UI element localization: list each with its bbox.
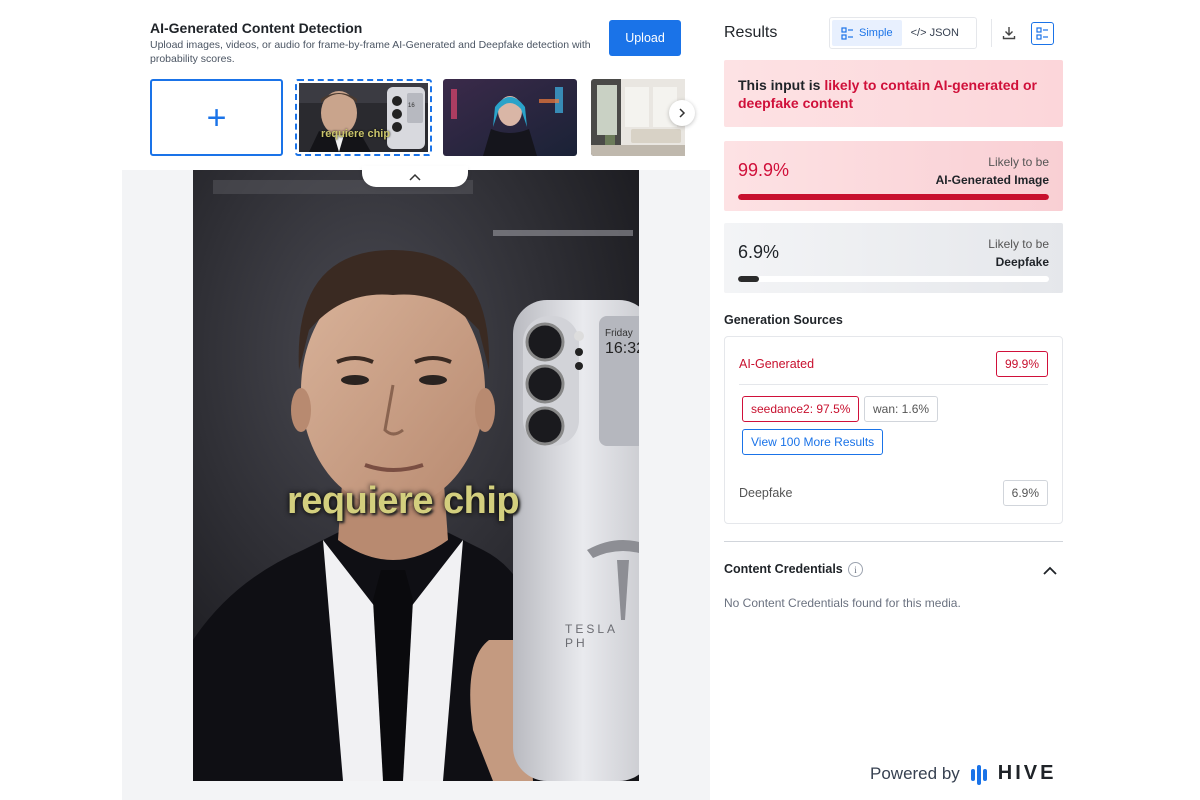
df-label-top: Likely to be bbox=[988, 237, 1049, 251]
media-preview: Friday 16:32 TESLA PH requiere chip bbox=[193, 170, 639, 781]
svg-text:16: 16 bbox=[408, 103, 415, 109]
ai-score-value: 99.9% bbox=[738, 160, 790, 180]
upload-header: AI-Generated Content Detection Upload im… bbox=[122, 0, 710, 170]
generation-sources-card: AI-Generated 99.9% seedance2: 97.5% wan:… bbox=[724, 336, 1063, 524]
panel-subtitle: Upload images, videos, or audio for fram… bbox=[150, 39, 591, 65]
chevron-up-icon bbox=[409, 173, 421, 181]
df-label-bottom: Deepfake bbox=[995, 255, 1049, 269]
hive-logo-icon bbox=[970, 764, 987, 785]
collapse-thumbnails-button[interactable] bbox=[362, 166, 468, 187]
df-score-label: Likely to be Deepfake bbox=[988, 235, 1049, 271]
credentials-separator bbox=[724, 541, 1063, 542]
phone-day: Friday bbox=[605, 328, 633, 339]
verdict-banner: This input is likely to contain AI-gener… bbox=[724, 60, 1063, 127]
deepfake-score-card: 6.9% Likely to be Deepfake bbox=[724, 223, 1063, 293]
hive-logo: HIVE bbox=[970, 762, 1057, 785]
ai-score-bar-fill bbox=[738, 194, 1049, 200]
thumbnail-selected[interactable]: 16 requiere chip bbox=[295, 79, 432, 156]
gen-ai-value-badge: 99.9% bbox=[995, 351, 1048, 377]
gen-ai-label: AI-Generated bbox=[739, 357, 815, 371]
hive-brand-text: HIVE bbox=[997, 762, 1057, 784]
view-toggle: Simple </> JSON bbox=[829, 17, 977, 49]
download-icon bbox=[1002, 27, 1016, 40]
media-panel: AI-Generated Content Detection Upload im… bbox=[122, 0, 710, 800]
plus-icon: + bbox=[206, 98, 227, 137]
panel-title: AI-Generated Content Detection bbox=[150, 20, 363, 36]
carousel-next-button[interactable] bbox=[669, 100, 695, 126]
thumbnail-carousel: + 16 requiere chip bbox=[150, 79, 685, 156]
view-more-results-button[interactable]: View 100 More Results bbox=[742, 429, 884, 455]
phone-brand: TESLA PH bbox=[565, 622, 618, 650]
summary-icon bbox=[1036, 27, 1048, 40]
content-credentials-title: Content Credentials bbox=[724, 562, 843, 576]
ai-score-bar bbox=[738, 194, 1049, 200]
results-title: Results bbox=[724, 24, 778, 41]
upload-button[interactable]: Upload bbox=[609, 20, 681, 56]
list-icon bbox=[841, 26, 853, 40]
source-badge-wan: wan: 1.6% bbox=[864, 396, 939, 422]
ai-label-bottom: AI-Generated Image bbox=[935, 173, 1049, 187]
thumbnail-caption: requiere chip bbox=[321, 128, 391, 140]
phone-time: 16:32 bbox=[605, 340, 639, 357]
ai-score-label: Likely to be AI-Generated Image bbox=[936, 153, 1049, 189]
chevron-right-icon bbox=[679, 108, 686, 118]
thumbnail-image-cyber bbox=[443, 79, 577, 156]
video-caption: requiere chip bbox=[287, 480, 520, 522]
content-credentials-message: No Content Credentials found for this me… bbox=[724, 596, 961, 610]
info-icon[interactable]: i bbox=[848, 562, 863, 577]
powered-by-text: Powered by bbox=[870, 763, 960, 783]
view-simple-tab[interactable]: Simple bbox=[832, 20, 902, 46]
summary-view-button[interactable] bbox=[1031, 22, 1054, 45]
credentials-collapse-button[interactable] bbox=[1040, 560, 1060, 580]
gen-deepfake-label: Deepfake bbox=[739, 486, 793, 500]
df-score-bar bbox=[738, 276, 1049, 282]
source-badge-seedance2: seedance2: 97.5% bbox=[742, 396, 860, 422]
df-score-bar-fill bbox=[738, 276, 760, 282]
verdict-prefix: This input is bbox=[738, 77, 825, 93]
page: AI-Generated Content Detection Upload im… bbox=[0, 0, 1200, 800]
thumbnail-image-2[interactable] bbox=[443, 79, 577, 156]
view-simple-label: Simple bbox=[859, 27, 893, 39]
powered-by: Powered by HIVE bbox=[870, 762, 1056, 785]
toolbar-divider bbox=[991, 19, 992, 47]
download-button[interactable] bbox=[997, 21, 1021, 45]
gen-deepfake-value-badge: 6.9% bbox=[1002, 480, 1048, 506]
gen-separator bbox=[739, 384, 1048, 385]
view-json-label: </> JSON bbox=[910, 27, 959, 39]
generation-sources-title: Generation Sources bbox=[724, 313, 843, 327]
thumbnail-image-portrait: 16 bbox=[299, 83, 428, 152]
ai-generated-score-card: 99.9% Likely to be AI-Generated Image bbox=[724, 141, 1063, 211]
chevron-up-icon bbox=[1043, 566, 1057, 575]
view-json-tab[interactable]: </> JSON bbox=[902, 20, 968, 46]
ai-label-top: Likely to be bbox=[988, 155, 1049, 169]
df-score-value: 6.9% bbox=[738, 242, 780, 262]
preview-image bbox=[193, 170, 639, 781]
add-media-button[interactable]: + bbox=[150, 79, 283, 156]
